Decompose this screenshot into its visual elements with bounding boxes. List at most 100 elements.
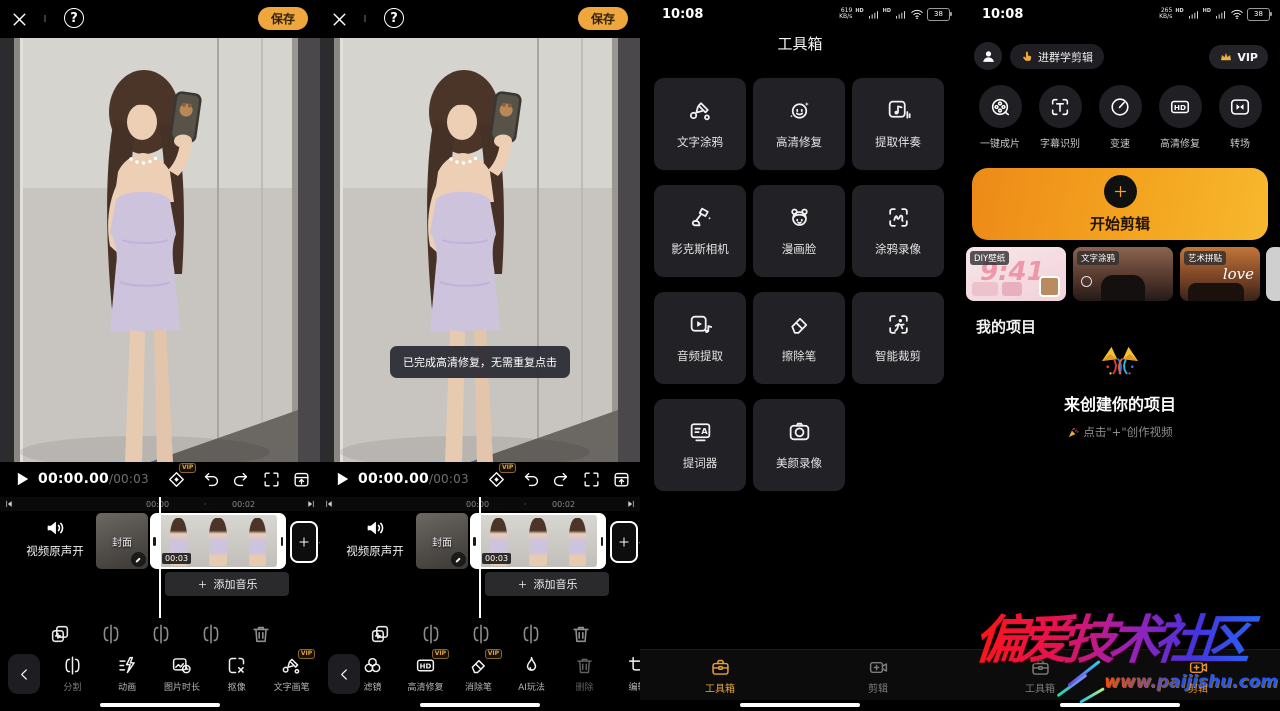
feature-one-click-film[interactable]: 一键成片 bbox=[974, 85, 1026, 150]
tool-filter[interactable]: 滤镜 bbox=[346, 652, 399, 698]
add-clip-button[interactable] bbox=[290, 521, 318, 563]
feature-speed[interactable]: 变速 bbox=[1094, 85, 1146, 150]
tool-ai-effects[interactable]: AI玩法 bbox=[505, 652, 558, 698]
save-button[interactable]: 保存 bbox=[258, 7, 308, 30]
tool-crop-edit[interactable]: 编辑 bbox=[611, 652, 640, 698]
add-music-button[interactable]: 添加音乐 bbox=[165, 572, 289, 596]
tool-image-duration[interactable]: 图片时长 bbox=[155, 652, 208, 698]
tool-smart-crop[interactable]: 智能裁剪 bbox=[852, 292, 944, 384]
undo-icon[interactable] bbox=[522, 470, 541, 489]
avatar[interactable] bbox=[974, 42, 1002, 70]
template-partial[interactable] bbox=[1266, 247, 1280, 301]
template-art-collage[interactable]: 艺术拼贴 love bbox=[1180, 247, 1260, 301]
player-bar: 00:00.00/00:03 VIP bbox=[320, 462, 640, 497]
playhead[interactable] bbox=[159, 497, 161, 618]
help-icon[interactable]: ? bbox=[64, 8, 84, 28]
tab-edit[interactable]: 剪辑 bbox=[1168, 657, 1228, 695]
split-right-icon[interactable] bbox=[200, 623, 222, 645]
redo-icon[interactable] bbox=[551, 470, 570, 489]
prev-frame-icon[interactable] bbox=[324, 499, 334, 509]
duplicate-icon[interactable] bbox=[49, 623, 71, 645]
doodle-record-icon bbox=[886, 205, 911, 230]
video-clip[interactable]: 00:03 bbox=[150, 513, 286, 569]
next-frame-icon[interactable] bbox=[626, 499, 636, 509]
vip-badge: VIP bbox=[485, 649, 502, 659]
prev-frame-icon[interactable] bbox=[4, 499, 14, 509]
beauty-record-icon bbox=[787, 419, 812, 444]
clip-left-handle[interactable] bbox=[153, 537, 156, 546]
tool-text-brush[interactable]: VIP 文字画笔 bbox=[265, 652, 318, 698]
tool-remove-pen[interactable]: VIP 消除笔 bbox=[452, 652, 505, 698]
tab-toolbox[interactable]: 工具箱 bbox=[690, 657, 750, 695]
play-icon[interactable] bbox=[12, 469, 32, 489]
video-clip[interactable]: 00:03 bbox=[470, 513, 606, 569]
status-icons: 265KB/s HD HD 38 bbox=[1159, 7, 1270, 21]
trash-icon[interactable] bbox=[250, 623, 272, 645]
split-right-icon[interactable] bbox=[520, 623, 542, 645]
my-projects-title: 我的项目 bbox=[976, 316, 1036, 337]
clip-left-handle[interactable] bbox=[473, 537, 476, 546]
split-left-icon[interactable] bbox=[100, 623, 122, 645]
tool-delete[interactable]: 删除 bbox=[558, 652, 611, 698]
fullscreen-icon[interactable] bbox=[262, 470, 281, 489]
split-center-icon[interactable] bbox=[150, 623, 172, 645]
next-frame-icon[interactable] bbox=[306, 499, 316, 509]
feature-subtitle-recognition[interactable]: 字幕识别 bbox=[1034, 85, 1086, 150]
original-sound-toggle[interactable]: 视频原声开 bbox=[12, 517, 98, 559]
duplicate-icon[interactable] bbox=[369, 623, 391, 645]
filter-icon bbox=[362, 655, 383, 676]
tab-toolbox[interactable]: 工具箱 bbox=[1010, 657, 1070, 695]
tool-chroma-key[interactable]: 抠像 bbox=[210, 652, 263, 698]
split-left-icon[interactable] bbox=[420, 623, 442, 645]
export-icon[interactable] bbox=[292, 470, 311, 489]
playhead[interactable] bbox=[479, 497, 481, 618]
back-button[interactable] bbox=[8, 654, 40, 694]
feature-transition[interactable]: 转场 bbox=[1214, 85, 1266, 150]
edit-cover-icon[interactable] bbox=[451, 552, 466, 567]
original-sound-toggle[interactable]: 视频原声开 bbox=[332, 517, 418, 559]
template-diy-wallpaper[interactable]: DIY壁纸 9:41 bbox=[966, 247, 1066, 301]
tab-edit[interactable]: 剪辑 bbox=[848, 657, 908, 695]
start-edit-button[interactable]: 开始剪辑 bbox=[972, 168, 1268, 240]
trash-icon[interactable] bbox=[570, 623, 592, 645]
add-music-button[interactable]: 添加音乐 bbox=[485, 572, 609, 596]
cover-thumbnail[interactable]: 封面 bbox=[96, 513, 148, 569]
tool-teleprompter[interactable]: 提词器 bbox=[654, 399, 746, 491]
tool-manga-face[interactable]: 漫画脸 bbox=[753, 185, 845, 277]
tool-retro-camera[interactable]: 影克斯相机 bbox=[654, 185, 746, 277]
close-icon[interactable] bbox=[9, 9, 30, 30]
crown-icon bbox=[1219, 50, 1233, 64]
split-center-icon[interactable] bbox=[470, 623, 492, 645]
template-text-doodle[interactable]: 文字涂鸦 bbox=[1073, 247, 1173, 301]
help-icon[interactable]: ? bbox=[384, 8, 404, 28]
tool-audio-extract[interactable]: 音频提取 bbox=[654, 292, 746, 384]
fullscreen-icon[interactable] bbox=[582, 470, 601, 489]
template-badge: 文字涂鸦 bbox=[1077, 251, 1119, 265]
feature-hd-repair[interactable]: 高清修复 bbox=[1154, 85, 1206, 150]
save-button[interactable]: 保存 bbox=[578, 7, 628, 30]
clip-right-handle[interactable] bbox=[601, 537, 604, 546]
join-group-pill[interactable]: 进群学剪辑 bbox=[1010, 44, 1104, 69]
redo-icon[interactable] bbox=[231, 470, 250, 489]
speaker-icon bbox=[364, 517, 386, 539]
tool-animation[interactable]: 动画 bbox=[101, 652, 154, 698]
vip-button[interactable]: VIP bbox=[1209, 45, 1268, 69]
add-clip-button[interactable] bbox=[610, 521, 638, 563]
export-icon[interactable] bbox=[612, 470, 631, 489]
tool-extract-accompaniment[interactable]: 提取伴奏 bbox=[852, 78, 944, 170]
tool-hd-repair[interactable]: VIP 高清修复 bbox=[399, 652, 452, 698]
playback-time: 00:00.00/00:03 bbox=[358, 471, 469, 487]
tool-split[interactable]: 分割 bbox=[46, 652, 99, 698]
tool-doodle-record[interactable]: 涂鸦录像 bbox=[852, 185, 944, 277]
clip-right-handle[interactable] bbox=[281, 537, 284, 546]
play-icon[interactable] bbox=[332, 469, 352, 489]
tool-text-doodle[interactable]: 文字涂鸦 bbox=[654, 78, 746, 170]
hd-repair-icon bbox=[1169, 96, 1191, 118]
edit-cover-icon[interactable] bbox=[131, 552, 146, 567]
tool-eraser-pen[interactable]: 擦除笔 bbox=[753, 292, 845, 384]
undo-icon[interactable] bbox=[202, 470, 221, 489]
tool-hd-restore[interactable]: 高清修复 bbox=[753, 78, 845, 170]
cover-thumbnail[interactable]: 封面 bbox=[416, 513, 468, 569]
close-icon[interactable] bbox=[329, 9, 350, 30]
tool-beauty-record[interactable]: 美颜录像 bbox=[753, 399, 845, 491]
